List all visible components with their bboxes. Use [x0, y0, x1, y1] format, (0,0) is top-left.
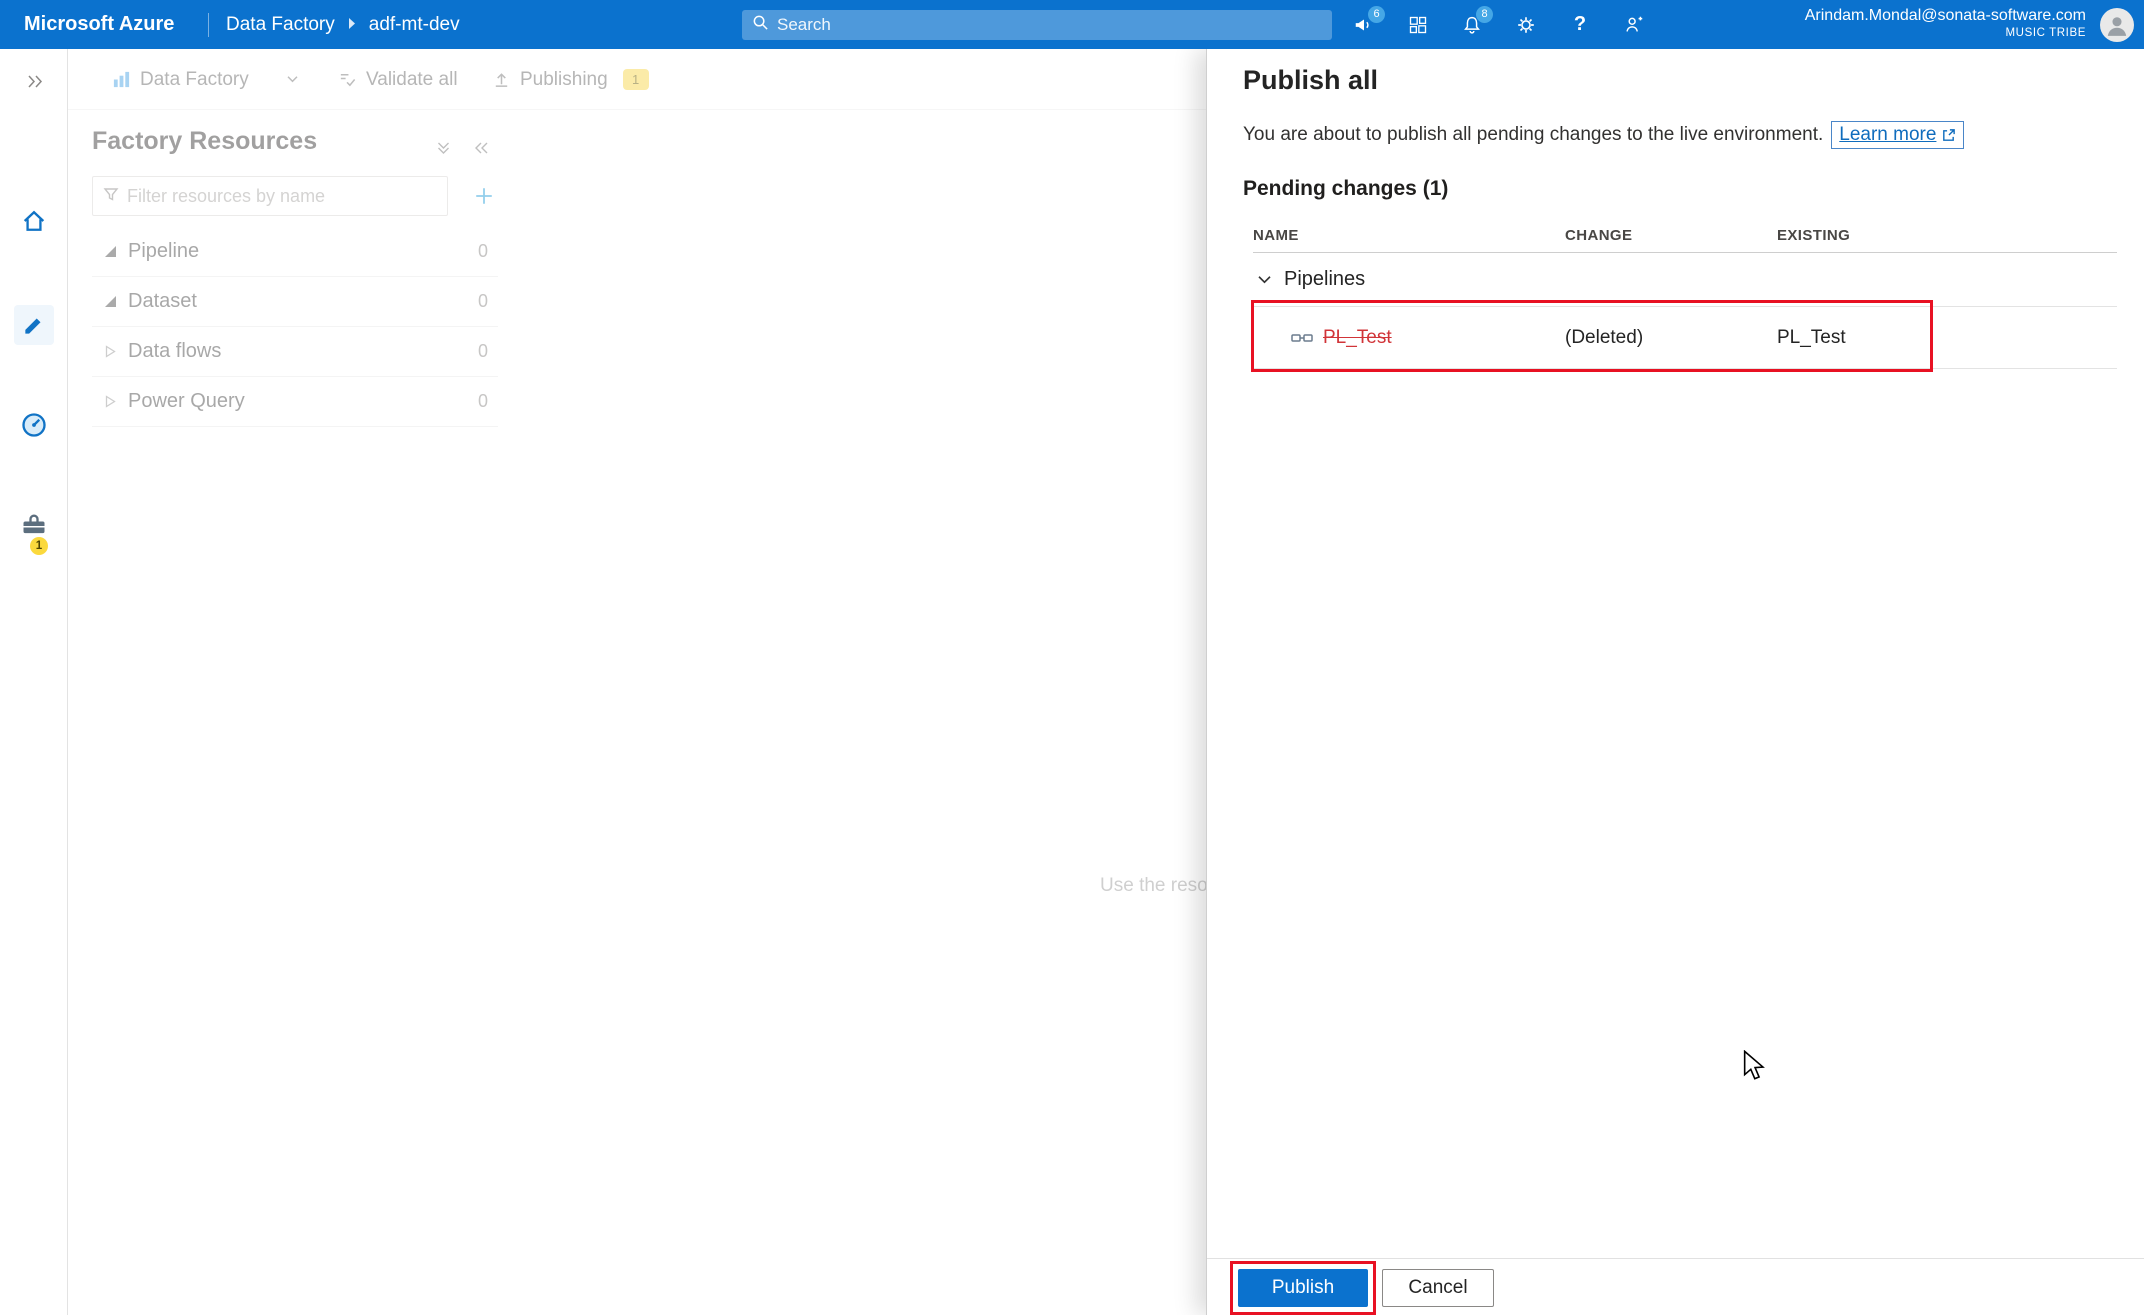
expand-rail-button[interactable] — [14, 61, 54, 101]
table-header-row: NAME CHANGE EXISTING — [1253, 219, 2117, 253]
panel-description: You are about to publish all pending cha… — [1243, 121, 1965, 149]
pipelines-group-row[interactable]: Pipelines — [1253, 253, 2117, 307]
search-icon — [752, 14, 769, 36]
announcements-badge: 6 — [1368, 5, 1385, 23]
screen: Microsoft Azure Data Factory adf-mt-dev … — [0, 0, 2144, 1315]
pending-item-existing: PL_Test — [1777, 326, 1846, 348]
topbar-divider — [208, 13, 209, 37]
pending-changes-table: NAME CHANGE EXISTING Pipelines PL_Test (… — [1253, 219, 2117, 369]
announcements-button[interactable]: 6 — [1352, 5, 1385, 37]
account-directory: MUSIC TRIBE — [2005, 27, 2086, 39]
resource-grid-button[interactable] — [1406, 13, 1430, 37]
breadcrumb-data-factory[interactable]: Data Factory — [226, 14, 335, 36]
topbar-icons: 6 8 ? — [1352, 0, 1646, 49]
chevron-down-icon — [1258, 276, 1271, 284]
breadcrumb: Data Factory adf-mt-dev — [226, 0, 460, 49]
panel-title: Publish all — [1243, 65, 1379, 95]
azure-topbar: Microsoft Azure Data Factory adf-mt-dev … — [0, 0, 2144, 49]
pending-changes-title: Pending changes (1) — [1243, 177, 1449, 200]
monitor-nav-button[interactable] — [14, 405, 54, 445]
column-header-change: CHANGE — [1565, 227, 1633, 244]
help-icon: ? — [1573, 13, 1587, 35]
home-nav-button[interactable] — [14, 201, 54, 241]
manage-badge: 1 — [30, 537, 48, 555]
feedback-button[interactable] — [1622, 13, 1646, 37]
author-nav-button[interactable] — [14, 305, 54, 345]
learn-more-link[interactable]: Learn more — [1839, 124, 1936, 146]
settings-button[interactable] — [1514, 13, 1538, 37]
azure-brand[interactable]: Microsoft Azure — [24, 0, 174, 49]
learn-more-box: Learn more — [1831, 121, 1965, 149]
column-header-name: NAME — [1253, 227, 1299, 244]
external-link-icon — [1943, 128, 1956, 141]
panel-footer-divider — [1207, 1258, 2144, 1259]
notifications-badge: 8 — [1476, 5, 1493, 23]
topbar-search[interactable] — [742, 10, 1332, 40]
publish-all-panel: Publish all You are about to publish all… — [1206, 49, 2144, 1315]
breadcrumb-arrow-icon — [347, 14, 357, 36]
pending-name-cell: PL_Test — [1253, 327, 1565, 349]
workspace: Data Factory Validate all Publishing 1 F… — [68, 49, 1206, 1315]
pending-item-change: (Deleted) — [1565, 326, 1644, 348]
help-button[interactable]: ? — [1568, 13, 1592, 37]
column-header-existing: EXISTING — [1777, 227, 1851, 244]
search-input[interactable] — [777, 15, 1322, 35]
cancel-button[interactable]: Cancel — [1382, 1269, 1494, 1307]
panel-description-text: You are about to publish all pending cha… — [1243, 124, 1824, 145]
account-email: Arindam.Mondal@sonata-software.com — [1804, 7, 2086, 24]
breadcrumb-adf-mt-dev[interactable]: adf-mt-dev — [369, 14, 460, 36]
avatar[interactable] — [2100, 8, 2134, 42]
left-rail: 1 — [0, 49, 68, 1315]
modal-dim-overlay — [68, 49, 1206, 1315]
pending-item-name: PL_Test — [1323, 326, 1392, 348]
publish-button[interactable]: Publish — [1238, 1269, 1368, 1307]
pipelines-group-label: Pipelines — [1284, 268, 1366, 290]
table-row[interactable]: PL_Test (Deleted) PL_Test — [1253, 307, 2117, 369]
account-info[interactable]: Arindam.Mondal@sonata-software.com MUSIC… — [1805, 6, 2086, 41]
notifications-button[interactable]: 8 — [1460, 5, 1493, 37]
pipeline-icon — [1291, 333, 1313, 342]
